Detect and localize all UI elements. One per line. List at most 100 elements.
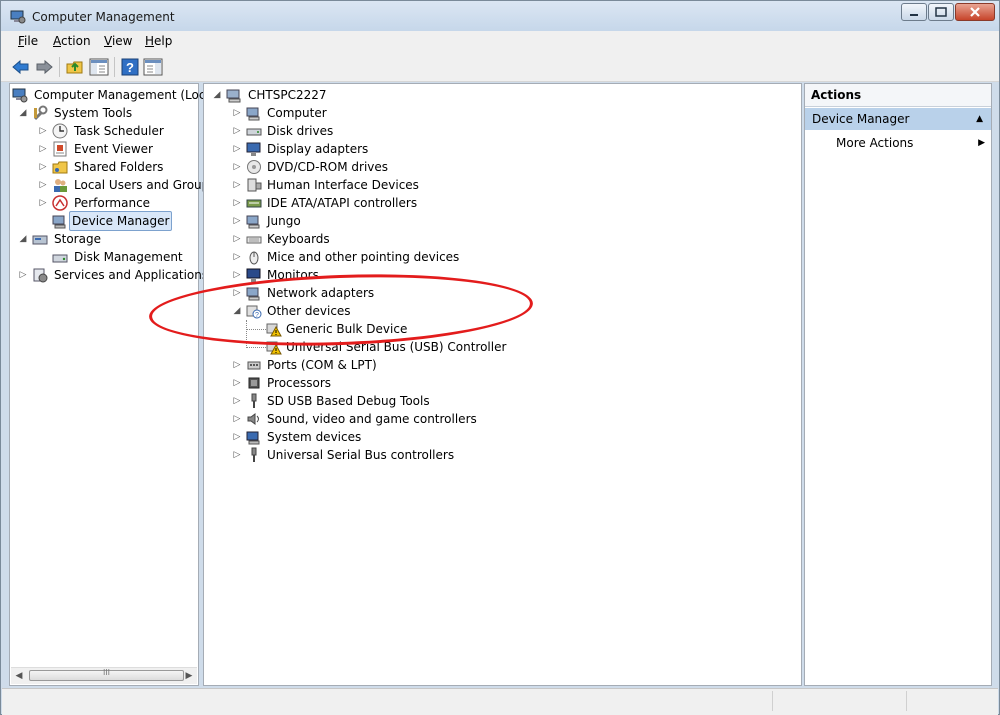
- minimize-icon: [910, 14, 918, 16]
- device-label: Universal Serial Bus (USB) Controller: [286, 340, 507, 354]
- device-tree-pane[interactable]: ◢ CHTSPC2227 ▷ Computer ▷ Disk drives ▷ Displ…: [203, 83, 802, 686]
- device-category-label: Processors: [267, 376, 332, 390]
- console-tree-pane[interactable]: Computer Management (Local ◢ System Tool…: [9, 83, 216, 686]
- tree-label: System Tools: [54, 106, 133, 120]
- scrollbar-thumb[interactable]: III: [29, 668, 184, 681]
- tree-label-selected: Device Manager: [69, 211, 173, 231]
- expand-arrow-icon[interactable]: ▷: [232, 288, 242, 298]
- hid-icon: [247, 178, 262, 192]
- computer-management-icon: [10, 10, 26, 24]
- collapse-up-icon[interactable]: ▲: [976, 108, 983, 130]
- device-category-label: Network adapters: [267, 286, 375, 300]
- scrollbar-grip: III: [102, 668, 111, 677]
- actions-section-label: Device Manager: [812, 112, 910, 126]
- device-category-label: Disk drives: [267, 124, 334, 138]
- status-cell: [772, 691, 903, 711]
- toolbar: ?: [1, 53, 999, 82]
- tree-label: Computer Management (Local: [34, 88, 217, 102]
- collapse-arrow-icon[interactable]: ◢: [18, 108, 28, 118]
- services-icon: [33, 268, 48, 283]
- tree-label: Performance: [74, 196, 151, 210]
- expand-arrow-icon[interactable]: ▷: [232, 126, 242, 136]
- expand-arrow-icon[interactable]: ▷: [232, 450, 242, 460]
- more-actions-item[interactable]: More Actions ▶: [805, 134, 991, 152]
- status-cell: [906, 691, 997, 711]
- up-folder-icon[interactable]: [65, 57, 85, 77]
- svg-text:?: ?: [126, 60, 134, 75]
- collapse-arrow-icon[interactable]: ◢: [232, 306, 242, 316]
- expand-arrow-icon[interactable]: ▷: [232, 252, 242, 262]
- users-icon: [54, 179, 67, 192]
- device-label: Generic Bulk Device: [286, 322, 408, 336]
- forward-arrow-icon[interactable]: [34, 57, 54, 77]
- collapse-arrow-icon[interactable]: ◢: [212, 90, 222, 100]
- scroll-right-icon[interactable]: ▶: [181, 668, 197, 684]
- expand-arrow-icon[interactable]: ▷: [38, 162, 48, 172]
- device-category-label: Jungo: [267, 214, 301, 228]
- menu-action[interactable]: Action: [53, 34, 91, 48]
- menu-file[interactable]: File: [18, 34, 38, 48]
- menu-help[interactable]: Help: [145, 34, 172, 48]
- expand-arrow-icon[interactable]: ▷: [38, 180, 48, 190]
- expand-arrow-icon[interactable]: ▷: [232, 198, 242, 208]
- tree-label: Services and Applications: [54, 268, 209, 282]
- expand-arrow-icon[interactable]: ▷: [232, 414, 242, 424]
- device-category-label: Universal Serial Bus controllers: [267, 448, 455, 462]
- network-adapter-icon: [246, 287, 260, 301]
- expand-arrow-icon[interactable]: ▷: [38, 144, 48, 154]
- event-viewer-icon: [53, 141, 67, 157]
- sound-icon: [247, 413, 259, 425]
- expand-arrow-icon[interactable]: ▷: [38, 126, 48, 136]
- help-icon[interactable]: ?: [120, 57, 140, 77]
- expand-arrow-icon[interactable]: ▷: [232, 270, 242, 280]
- tree-label: Storage: [54, 232, 101, 246]
- computer-icon: [226, 89, 241, 103]
- expand-arrow-icon[interactable]: ▷: [38, 198, 48, 208]
- scroll-left-icon[interactable]: ◀: [11, 668, 27, 684]
- expand-arrow-icon[interactable]: ▷: [232, 234, 242, 244]
- clock-icon: [52, 123, 68, 139]
- show-hide-action-pane-icon[interactable]: [143, 57, 163, 77]
- expand-arrow-icon[interactable]: ▷: [232, 162, 242, 172]
- expand-arrow-icon[interactable]: ▷: [232, 378, 242, 388]
- device-category-label: IDE ATA/ATAPI controllers: [267, 196, 418, 210]
- maximize-button[interactable]: [928, 3, 954, 21]
- menu-view[interactable]: View: [104, 34, 132, 48]
- monitor-icon: [246, 268, 261, 282]
- expand-arrow-icon[interactable]: ▷: [232, 396, 242, 406]
- computer-icon: [246, 107, 260, 121]
- expand-arrow-icon[interactable]: ▷: [232, 180, 242, 190]
- device-category-label: Human Interface Devices: [267, 178, 419, 192]
- minimize-button[interactable]: [901, 3, 927, 21]
- close-icon: [970, 7, 980, 17]
- window-title: Computer Management: [32, 10, 175, 24]
- expand-arrow-icon[interactable]: ▷: [232, 432, 242, 442]
- dvd-drive-icon: [247, 160, 261, 174]
- expand-arrow-icon[interactable]: ▷: [232, 216, 242, 226]
- collapse-arrow-icon[interactable]: ◢: [18, 234, 28, 244]
- horizontal-scrollbar[interactable]: ◀ III ▶: [11, 667, 197, 684]
- expand-arrow-icon[interactable]: ▷: [18, 270, 28, 280]
- disk-management-icon: [52, 254, 68, 263]
- device-category-label: Computer: [267, 106, 327, 120]
- device-category-label: DVD/CD-ROM drives: [267, 160, 389, 174]
- device-manager-icon: [52, 215, 66, 229]
- shared-folder-icon: [52, 161, 68, 174]
- expand-arrow-icon[interactable]: ▷: [232, 144, 242, 154]
- usb-debug-icon: [251, 393, 257, 408]
- tree-label: Local Users and Groups: [74, 178, 216, 192]
- expand-arrow-icon[interactable]: ▷: [232, 108, 242, 118]
- disk-drive-icon: [246, 128, 262, 136]
- actions-section-device-manager[interactable]: Device Manager ▲: [805, 108, 991, 130]
- back-arrow-icon[interactable]: [11, 57, 31, 77]
- show-hide-tree-icon[interactable]: [89, 57, 109, 77]
- usb-controller-icon: [251, 447, 257, 462]
- unknown-device-icon: ?: [246, 305, 262, 319]
- expand-arrow-icon[interactable]: ▷: [232, 360, 242, 370]
- device-category-label: Mice and other pointing devices: [267, 250, 460, 264]
- title-bar[interactable]: Computer Management: [1, 1, 999, 31]
- close-button[interactable]: [955, 3, 995, 21]
- jungo-device-icon: [246, 215, 260, 229]
- processor-icon: [248, 377, 260, 389]
- device-category-label: Ports (COM & LPT): [267, 358, 377, 372]
